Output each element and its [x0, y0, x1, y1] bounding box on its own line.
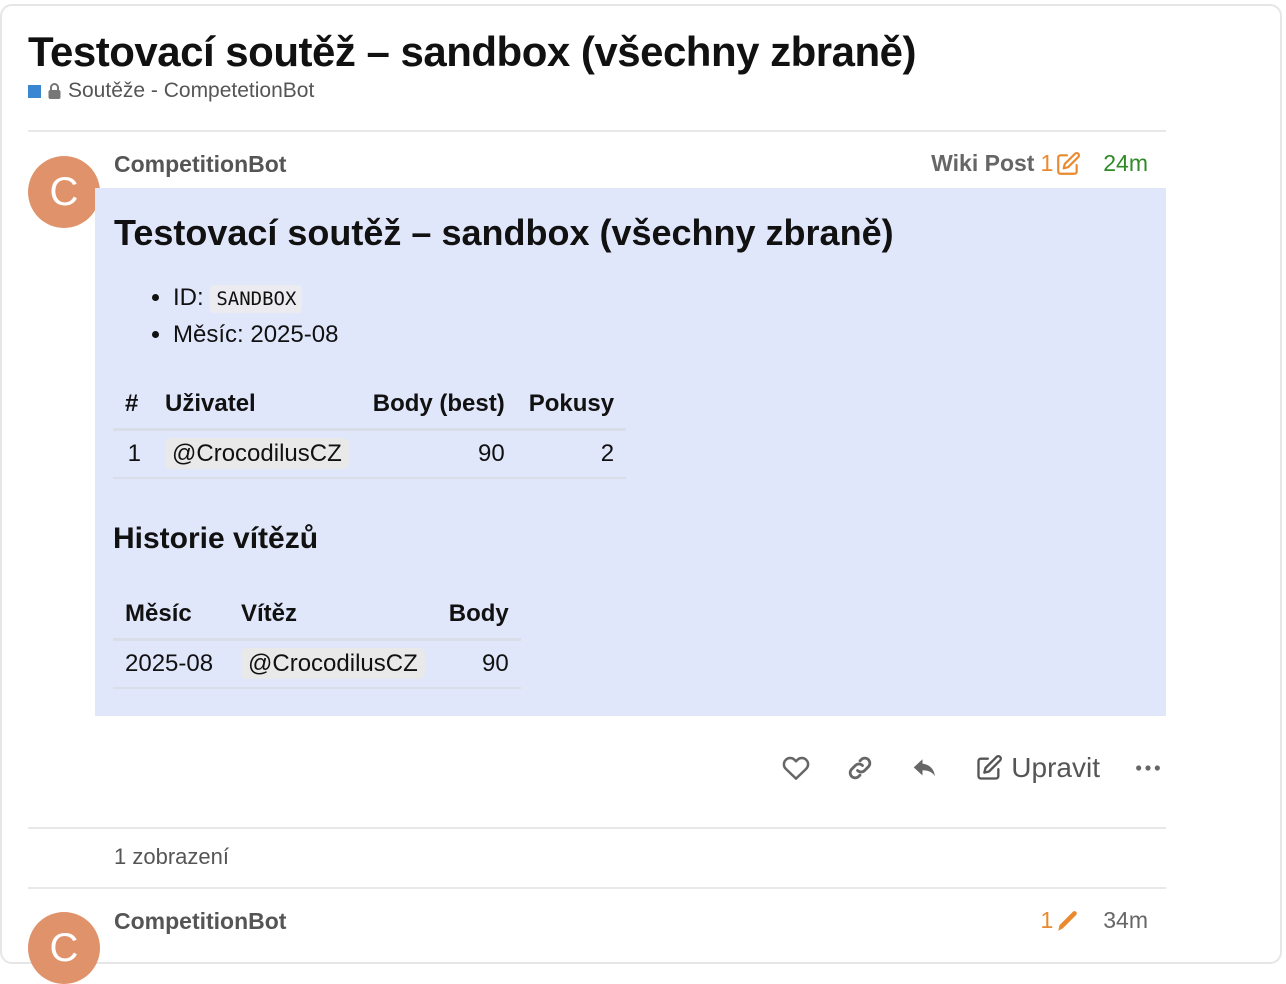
post-content: Testovací soutěž – sandbox (všechny zbra… [95, 188, 1166, 716]
id-code: SANDBOX [210, 285, 303, 313]
reply-icon[interactable] [909, 753, 941, 783]
edit-icon [977, 755, 1003, 780]
rank-cell: 1 [113, 429, 153, 479]
table-row: 2025-08 @CrocodilusCZ 90 [113, 639, 521, 689]
info-list: ID: SANDBOX Měsíc: 2025-08 [131, 280, 338, 353]
edit-post-button[interactable]: Upravit [975, 752, 1100, 784]
post-username[interactable]: CompetitionBot [114, 151, 286, 178]
history-table: Měsíc Vítěz Body 2025-08 @CrocodilusCZ 9… [113, 590, 521, 689]
attempts-cell: 2 [516, 429, 627, 479]
wiki-post-label[interactable]: Wiki Post [931, 150, 1034, 177]
edit-history-button[interactable]: 1 [1040, 150, 1081, 177]
edit-icon [1057, 151, 1081, 175]
score-cell: 90 [436, 639, 521, 689]
column-header: Měsíc [113, 590, 229, 641]
table-header-row: # Uživatel Body (best) Pokusy [113, 380, 627, 431]
winner-cell: @CrocodilusCZ [229, 639, 437, 689]
content-heading: Testovací soutěž – sandbox (všechny zbra… [114, 212, 894, 253]
history-heading: Historie vítězů [113, 522, 319, 555]
heart-icon[interactable] [781, 753, 811, 783]
divider [28, 130, 1166, 132]
edit-post-label: Upravit [1011, 752, 1100, 783]
id-label: ID: [173, 284, 204, 311]
post-meta: Wiki Post 1 24m [931, 150, 1148, 177]
table-header-row: Měsíc Vítěz Body [113, 590, 521, 641]
user-mention[interactable]: @CrocodilusCZ [241, 648, 425, 679]
topic-title[interactable]: Testovací soutěž – sandbox (všechny zbra… [28, 28, 917, 76]
column-header: Body (best) [360, 380, 517, 431]
post-username[interactable]: CompetitionBot [114, 908, 286, 935]
category-breadcrumb[interactable]: Soutěže - CompetetionBot [28, 79, 314, 103]
standings-table: # Uživatel Body (best) Pokusy 1 @Crocodi… [113, 380, 627, 479]
column-header: Uživatel [153, 380, 361, 431]
column-header: Pokusy [516, 380, 627, 431]
lock-icon [48, 83, 61, 99]
more-options-icon[interactable] [1134, 754, 1162, 782]
post-age[interactable]: 24m [1103, 150, 1148, 177]
category-color-square [28, 84, 41, 98]
post-actions: Upravit [781, 752, 1162, 784]
edit-history-button[interactable]: 1 [1040, 907, 1081, 934]
edit-count: 1 [1040, 150, 1054, 176]
pencil-icon [1058, 910, 1078, 931]
post-meta: 1 34m [1040, 907, 1148, 934]
avatar[interactable]: C [28, 912, 100, 984]
post-age[interactable]: 34m [1103, 907, 1148, 934]
edit-count: 1 [1040, 907, 1054, 933]
user-cell: @CrocodilusCZ [153, 429, 361, 479]
divider [28, 887, 1166, 889]
table-row: 1 @CrocodilusCZ 90 2 [113, 429, 627, 479]
link-icon[interactable] [845, 753, 875, 783]
score-cell: 90 [360, 429, 517, 479]
user-mention[interactable]: @CrocodilusCZ [165, 438, 349, 469]
view-count: 1 zobrazení [114, 844, 229, 869]
column-header: # [113, 380, 153, 431]
category-name[interactable]: Soutěže - CompetetionBot [68, 79, 314, 103]
avatar[interactable]: C [28, 156, 100, 228]
column-header: Body [436, 590, 521, 641]
list-item: ID: SANDBOX [173, 280, 338, 317]
month-cell: 2025-08 [113, 639, 229, 689]
list-item: Měsíc: 2025-08 [173, 317, 338, 353]
divider [28, 827, 1166, 829]
column-header: Vítěz [229, 590, 437, 641]
